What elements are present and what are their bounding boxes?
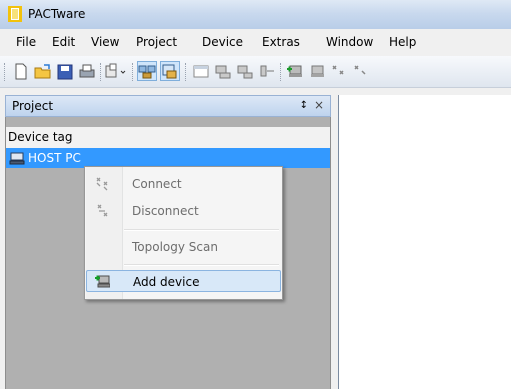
window-title: PACTware [28,7,86,21]
context-item-topology-scan[interactable]: Topology Scan [86,236,281,258]
toolbar [0,56,511,88]
menu-device[interactable]: Device [202,35,243,49]
context-item-connect[interactable]: Connect [86,173,281,195]
open-folder-icon[interactable] [34,63,52,80]
device-catalog-toggle-icon[interactable] [161,63,179,80]
device-catalog-icon[interactable] [104,63,128,80]
connect-device-icon[interactable] [214,63,232,80]
project-panel-title: Project [12,99,54,113]
disconnect-icon [97,204,108,217]
close-icon[interactable]: × [314,98,324,112]
context-item-disconnect[interactable]: Disconnect [86,200,281,222]
context-menu-separator [124,264,279,266]
remove-device-icon[interactable] [308,63,326,80]
project-panel-header: Project ↕ × [5,95,331,117]
context-label-disconnect: Disconnect [132,204,199,218]
toolbar-separator [280,63,282,81]
toolbar-separator [185,63,187,81]
context-label-connect: Connect [132,177,182,191]
menu-edit[interactable]: Edit [52,35,75,49]
title-bar: PACTware [0,0,511,29]
save-icon[interactable] [56,63,74,80]
toolbar-separator [100,63,102,81]
menu-view[interactable]: View [91,35,119,49]
window-icon[interactable] [192,63,210,80]
device-tag-header-label: Device tag [8,130,73,144]
context-label-topology-scan: Topology Scan [132,240,218,254]
menu-project[interactable]: Project [136,35,177,49]
menu-window[interactable]: Window [326,35,373,49]
toolbar-grip [4,63,6,81]
main-content-area [338,95,511,389]
context-label-add-device: Add device [133,275,200,289]
pactware-app-icon [8,6,22,22]
toolbar-separator [132,63,134,81]
new-document-icon[interactable] [12,63,30,80]
menu-bar: File Edit View Project Device Extras Win… [0,30,511,54]
context-item-add-device[interactable]: Add device [86,270,281,292]
connect-icon [96,177,108,191]
menu-file[interactable]: File [16,35,36,49]
device-extra-icon[interactable] [352,63,370,80]
pin-icon[interactable]: ↕ [300,100,308,111]
device-tag-column-header[interactable]: Device tag [6,127,330,149]
topology-icon[interactable] [258,63,276,80]
add-device-icon[interactable] [286,63,304,80]
menu-help[interactable]: Help [389,35,416,49]
add-device-icon [95,275,110,288]
host-pc-icon [9,152,25,165]
device-tree-icon[interactable] [330,63,348,80]
disconnect-device-icon[interactable] [236,63,254,80]
print-icon[interactable] [78,63,96,80]
tree-label-host-pc: HOST PC [28,151,81,165]
menu-extras[interactable]: Extras [262,35,300,49]
project-view-icon[interactable] [138,63,156,80]
context-menu-separator [124,229,279,231]
